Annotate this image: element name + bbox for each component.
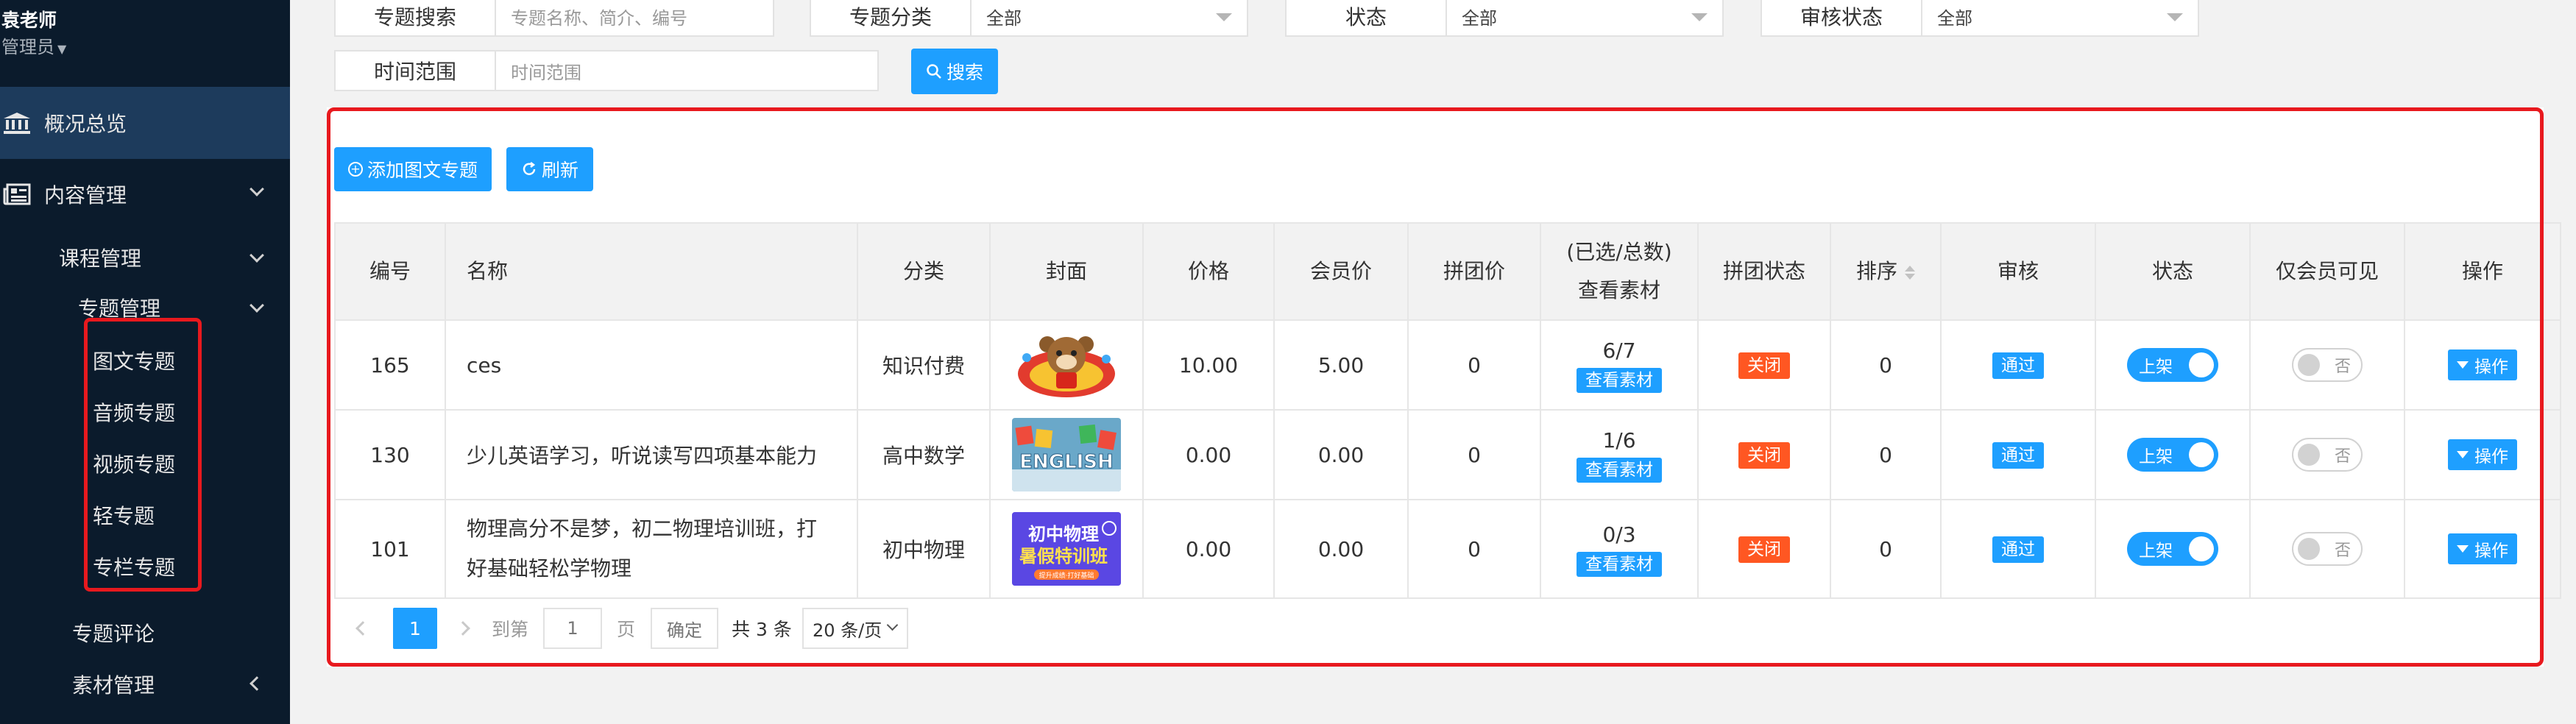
nav-materials-label: 素材管理 bbox=[72, 673, 155, 698]
user-name: 袁老师 bbox=[1, 10, 57, 31]
search-button[interactable]: 搜索 bbox=[911, 49, 998, 94]
search-input[interactable]: 专题名称、简介、编号 bbox=[496, 0, 774, 37]
search-label: 专题搜索 bbox=[334, 0, 496, 37]
sidebar: 袁老师 管理员 ▼ 概况总览 内容管理 课程管理 专题管理 图文专题 音频专题 视… bbox=[0, 0, 290, 724]
caret-down-icon bbox=[2167, 13, 2183, 21]
status-label: 状态 bbox=[1285, 0, 1447, 37]
nav-course-label: 课程管理 bbox=[59, 246, 142, 271]
review-value: 全部 bbox=[1937, 7, 1972, 29]
chevron-down-icon bbox=[250, 298, 264, 313]
nav-comments[interactable]: 专题评论 bbox=[72, 618, 155, 647]
user-role-dropdown[interactable]: 管理员 ▼ bbox=[1, 32, 66, 58]
search-icon bbox=[927, 64, 941, 79]
category-value: 全部 bbox=[986, 7, 1022, 29]
chevron-left-icon bbox=[250, 676, 264, 691]
nav-course[interactable]: 课程管理 bbox=[59, 243, 290, 272]
nav-materials[interactable]: 素材管理 bbox=[72, 670, 290, 699]
review-label: 审核状态 bbox=[1761, 0, 1922, 37]
highlight-box bbox=[84, 318, 202, 592]
review-select[interactable]: 全部 bbox=[1922, 0, 2199, 37]
nav-overview-label: 概况总览 bbox=[44, 112, 127, 136]
nav-content[interactable]: 内容管理 bbox=[0, 175, 290, 213]
caret-down-icon bbox=[1216, 13, 1232, 21]
newspaper-icon bbox=[3, 183, 31, 205]
nav-content-label: 内容管理 bbox=[44, 183, 127, 207]
nav-overview[interactable]: 概况总览 bbox=[0, 87, 290, 159]
caret-down-icon bbox=[1691, 13, 1708, 21]
search-button-label: 搜索 bbox=[946, 62, 983, 83]
category-label: 专题分类 bbox=[810, 0, 972, 37]
status-select[interactable]: 全部 bbox=[1447, 0, 1724, 37]
time-label: 时间范围 bbox=[334, 50, 496, 91]
caret-down-icon: ▼ bbox=[57, 42, 67, 56]
chevron-down-icon bbox=[250, 248, 264, 263]
status-value: 全部 bbox=[1462, 7, 1497, 29]
category-select[interactable]: 全部 bbox=[972, 0, 1248, 37]
chevron-down-icon bbox=[250, 182, 264, 196]
user-role: 管理员 bbox=[1, 37, 54, 57]
bank-icon bbox=[4, 113, 30, 134]
time-range-input[interactable]: 时间范围 bbox=[496, 50, 879, 91]
highlight-box bbox=[327, 107, 2544, 667]
